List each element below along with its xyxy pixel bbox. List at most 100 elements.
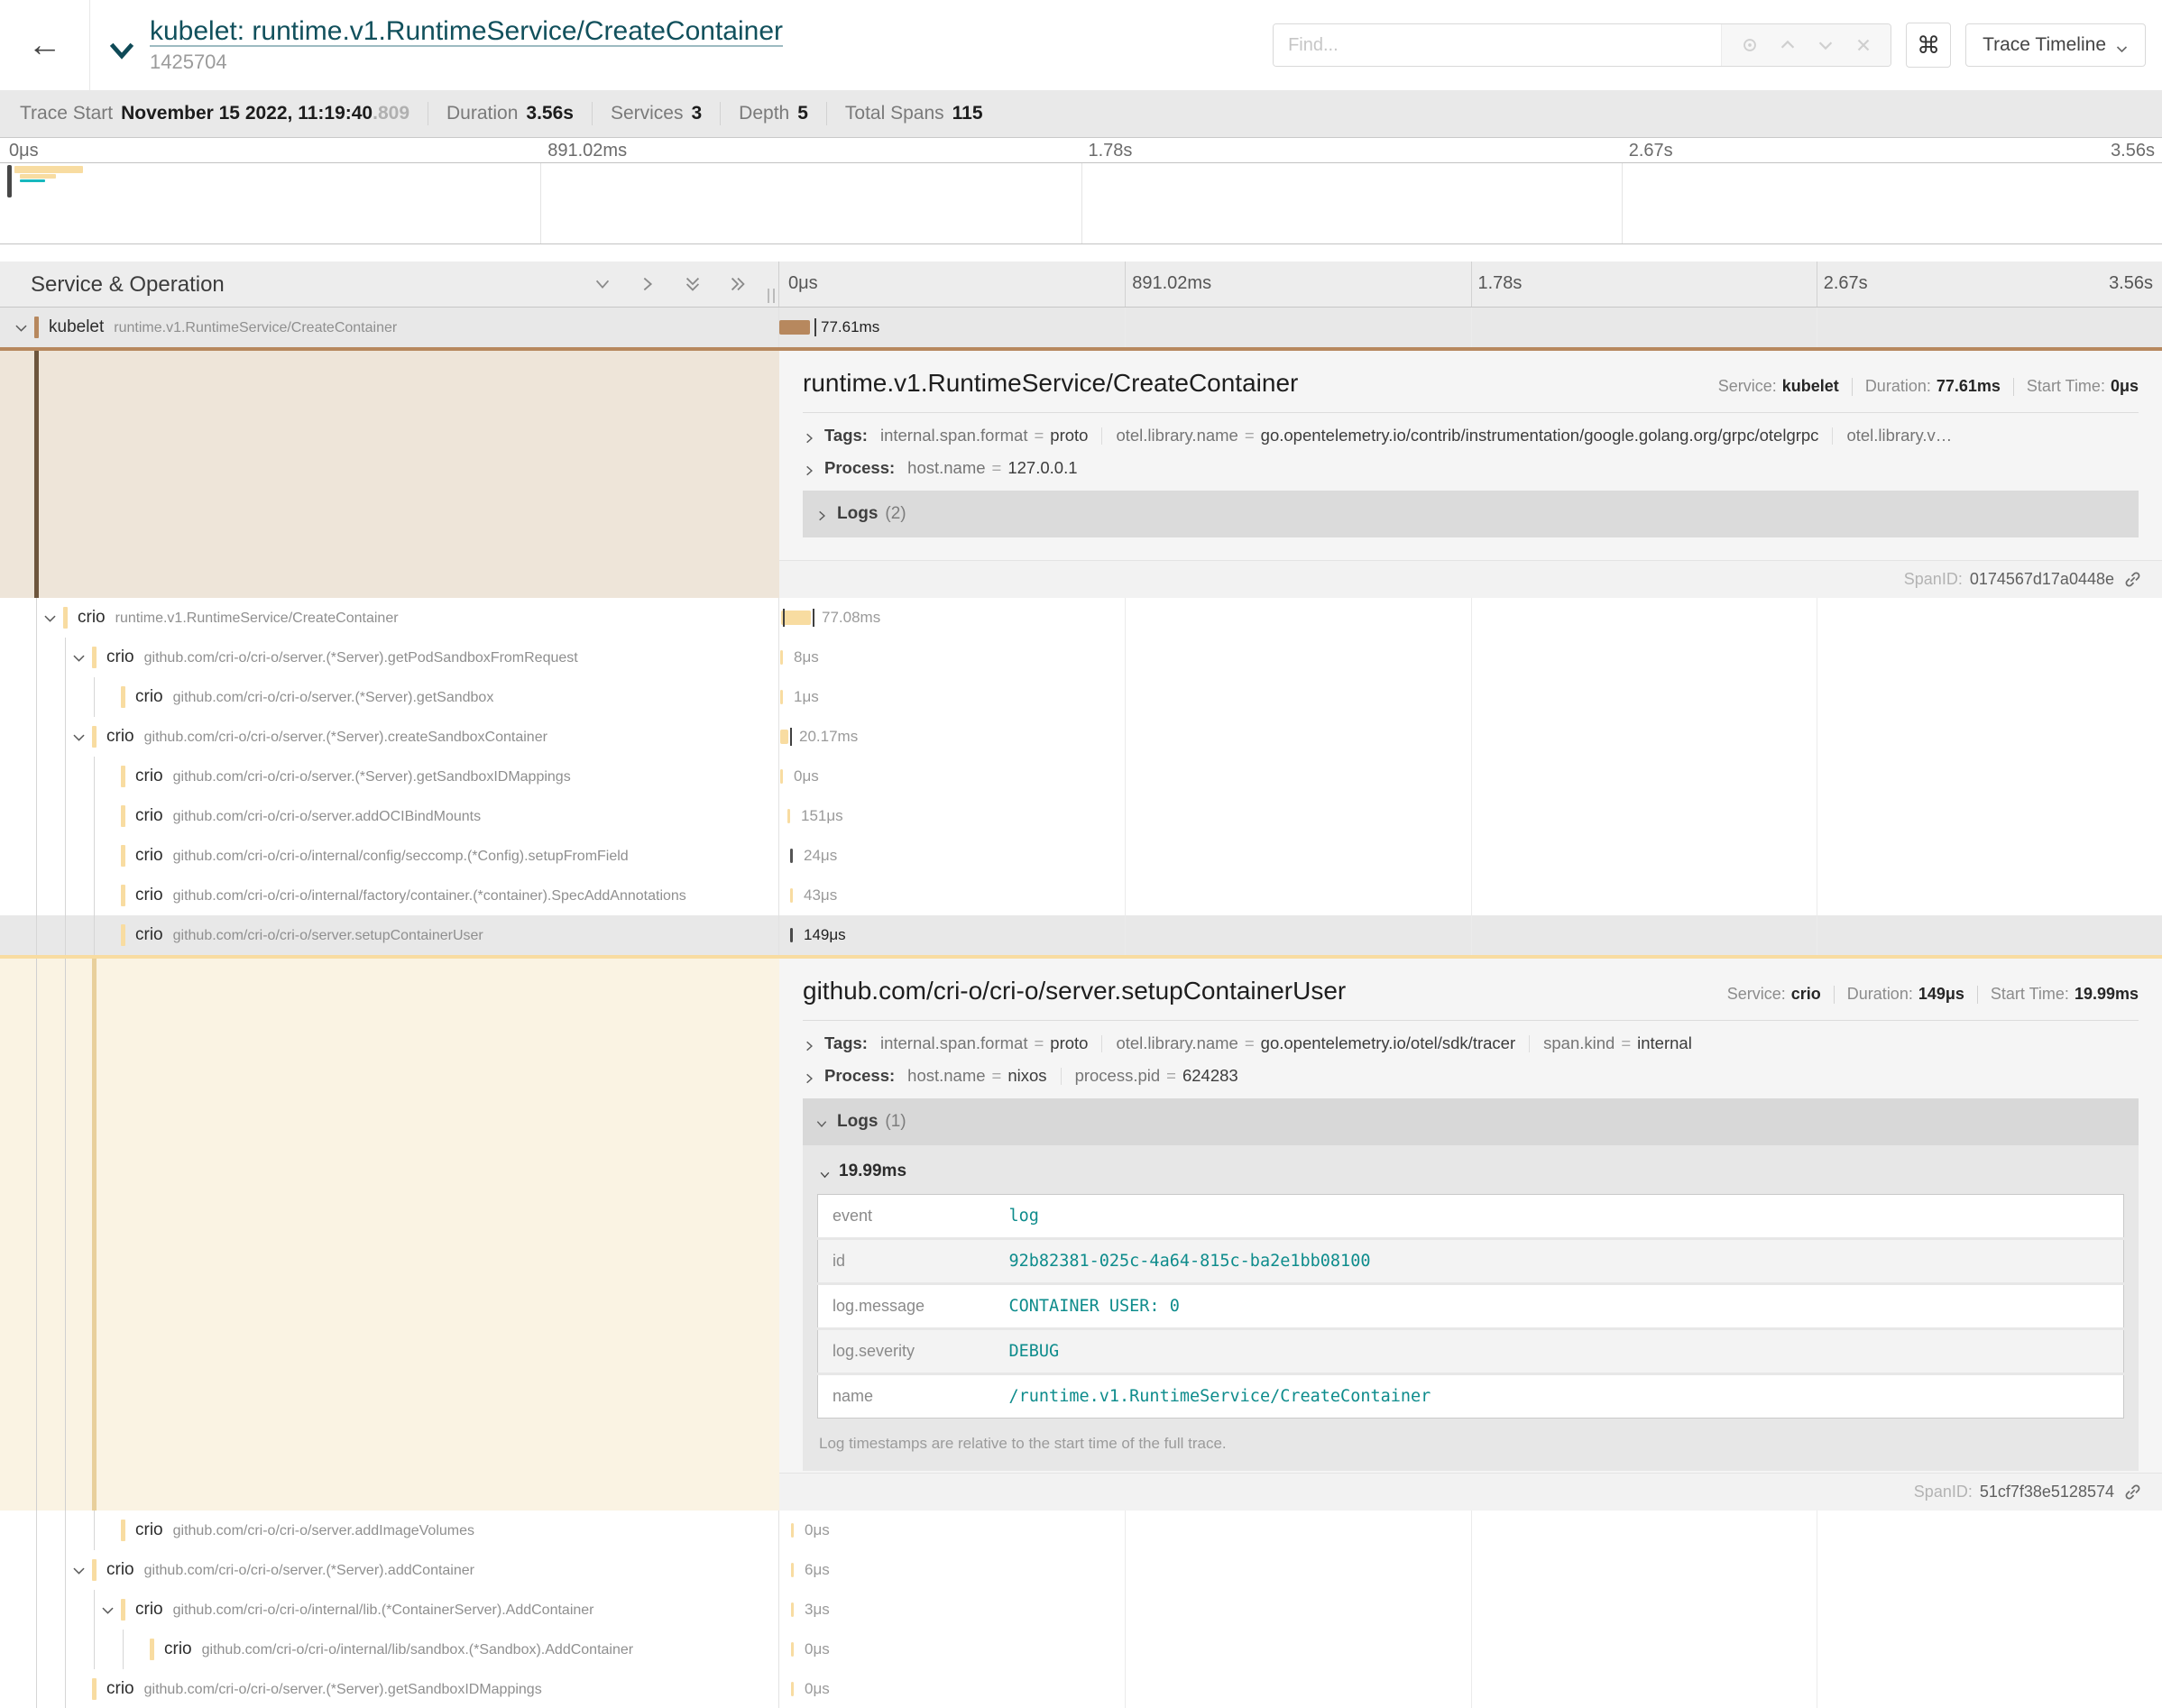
tree-guide <box>36 1511 37 1550</box>
span-row[interactable]: criogithub.com/cri-o/cri-o/server.(*Serv… <box>0 677 2162 717</box>
tags-accordion[interactable]: Tags: internal.span.format=proto otel.li… <box>803 1033 2139 1053</box>
span-bar[interactable] <box>790 928 793 942</box>
span-timeline-cell[interactable]: 0μs <box>779 1669 2162 1708</box>
back-button[interactable]: ← <box>0 0 90 90</box>
span-bar[interactable] <box>780 730 788 744</box>
timeline-gridline <box>1125 598 1126 638</box>
span-name-cell[interactable]: criogithub.com/cri-o/cri-o/server.(*Serv… <box>0 677 779 717</box>
expand-all-icon[interactable] <box>728 274 748 294</box>
span-row[interactable]: criogithub.com/cri-o/cri-o/server.(*Serv… <box>0 1669 2162 1708</box>
span-row[interactable]: criogithub.com/cri-o/cri-o/server.(*Serv… <box>0 717 2162 757</box>
link-icon[interactable] <box>2123 570 2142 589</box>
timeline-gridline <box>1125 1669 1126 1708</box>
span-bar[interactable] <box>791 1642 794 1657</box>
span-timeline-cell[interactable]: 6μs <box>779 1550 2162 1590</box>
span-timeline-cell[interactable]: 151μs <box>779 796 2162 836</box>
span-timeline-cell[interactable]: 3μs <box>779 1590 2162 1630</box>
log-entry-accordion[interactable]: 19.99ms <box>819 1162 2124 1181</box>
expand-chevron-icon[interactable] <box>99 1602 116 1619</box>
span-bar[interactable] <box>791 1563 794 1577</box>
span-name-cell[interactable]: criogithub.com/cri-o/cri-o/internal/fact… <box>0 876 779 915</box>
collapse-one-icon[interactable] <box>593 274 612 294</box>
span-name-cell[interactable]: criogithub.com/cri-o/cri-o/server.addOCI… <box>0 796 779 836</box>
span-timeline-cell[interactable]: 0μs <box>779 757 2162 796</box>
span-name-cell[interactable]: criogithub.com/cri-o/cri-o/server.(*Serv… <box>0 717 779 757</box>
span-timeline-cell[interactable]: 1μs <box>779 677 2162 717</box>
span-bar[interactable] <box>780 769 783 784</box>
expand-chevron-icon[interactable] <box>41 610 59 627</box>
trace-view-selector[interactable]: Trace Timeline <box>1965 23 2146 67</box>
span-timeline-cell[interactable]: 43μs <box>779 876 2162 915</box>
span-bar[interactable] <box>791 1602 794 1617</box>
span-timeline-cell[interactable]: 8μs <box>779 638 2162 677</box>
find-input[interactable] <box>1274 24 1721 66</box>
tree-guide <box>36 1630 37 1669</box>
span-bar[interactable] <box>781 611 811 625</box>
span-bar[interactable] <box>791 1523 794 1538</box>
service-name: crio <box>135 806 163 825</box>
minimap[interactable] <box>0 162 2162 244</box>
span-timeline-cell[interactable]: 0μs <box>779 1630 2162 1669</box>
operation-name: github.com/cri-o/cri-o/internal/config/s… <box>173 849 629 864</box>
expand-chevron-icon[interactable] <box>70 649 87 666</box>
next-match-icon[interactable] <box>1816 35 1835 55</box>
column-resizer[interactable] <box>768 289 775 303</box>
collapse-all-icon[interactable] <box>683 274 703 294</box>
span-row[interactable]: crioruntime.v1.RuntimeService/CreateCont… <box>0 598 2162 638</box>
span-timeline-cell[interactable]: 24μs <box>779 836 2162 876</box>
span-bar[interactable] <box>780 690 783 704</box>
span-row[interactable]: criogithub.com/cri-o/cri-o/server.setupC… <box>0 915 2162 955</box>
span-row[interactable]: criogithub.com/cri-o/cri-o/internal/conf… <box>0 836 2162 876</box>
service-name: crio <box>106 1679 134 1698</box>
span-row[interactable]: criogithub.com/cri-o/cri-o/server.addIma… <box>0 1511 2162 1550</box>
span-row[interactable]: kubeletruntime.v1.RuntimeService/CreateC… <box>0 308 2162 347</box>
collapse-trace-header-chevron-icon[interactable] <box>106 34 137 65</box>
span-name-cell[interactable]: criogithub.com/cri-o/cri-o/internal/lib/… <box>0 1630 779 1669</box>
span-timeline-cell[interactable]: 77.08ms <box>779 598 2162 638</box>
span-row[interactable]: criogithub.com/cri-o/cri-o/internal/lib.… <box>0 1590 2162 1630</box>
chevron-right-icon <box>803 1070 815 1082</box>
clear-find-icon[interactable] <box>1854 35 1873 55</box>
expand-chevron-icon[interactable] <box>70 729 87 746</box>
match-locate-icon[interactable] <box>1740 35 1760 55</box>
span-bar[interactable] <box>790 849 793 863</box>
tags-accordion[interactable]: Tags: internal.span.format=proto otel.li… <box>803 426 2139 445</box>
logs-accordion[interactable]: Logs (2) <box>803 491 2139 537</box>
span-bar[interactable] <box>791 1682 794 1696</box>
span-bar[interactable] <box>779 320 810 335</box>
span-name-cell[interactable]: criogithub.com/cri-o/cri-o/server.(*Serv… <box>0 1550 779 1590</box>
span-name-cell[interactable]: criogithub.com/cri-o/cri-o/server.setupC… <box>0 915 779 955</box>
expand-one-icon[interactable] <box>638 274 658 294</box>
trace-title-link[interactable]: kubelet: runtime.v1.RuntimeService/Creat… <box>150 16 783 47</box>
span-bar[interactable] <box>780 650 783 665</box>
expand-chevron-icon[interactable] <box>13 319 30 336</box>
span-name-cell[interactable]: criogithub.com/cri-o/cri-o/internal/lib.… <box>0 1590 779 1630</box>
span-row[interactable]: criogithub.com/cri-o/cri-o/internal/lib/… <box>0 1630 2162 1669</box>
span-row[interactable]: criogithub.com/cri-o/cri-o/server.(*Serv… <box>0 1550 2162 1590</box>
span-name-cell[interactable]: criogithub.com/cri-o/cri-o/internal/conf… <box>0 836 779 876</box>
span-row[interactable]: criogithub.com/cri-o/cri-o/internal/fact… <box>0 876 2162 915</box>
span-timeline-cell[interactable]: 0μs <box>779 1511 2162 1550</box>
span-row[interactable]: criogithub.com/cri-o/cri-o/server.addOCI… <box>0 796 2162 836</box>
span-timeline-cell[interactable]: 77.61ms <box>779 308 2162 347</box>
span-name-cell[interactable]: criogithub.com/cri-o/cri-o/server.(*Serv… <box>0 638 779 677</box>
keyboard-shortcuts-button[interactable]: ⌘ <box>1906 23 1951 68</box>
link-icon[interactable] <box>2123 1483 2142 1501</box>
process-accordion[interactable]: Process: host.name=nixos process.pid=624… <box>803 1066 2139 1086</box>
span-name-cell[interactable]: kubeletruntime.v1.RuntimeService/CreateC… <box>0 308 779 347</box>
span-name-cell[interactable]: criogithub.com/cri-o/cri-o/server.(*Serv… <box>0 1669 779 1708</box>
span-timeline-cell[interactable]: 149μs <box>779 915 2162 955</box>
span-row[interactable]: criogithub.com/cri-o/cri-o/server.(*Serv… <box>0 638 2162 677</box>
span-name-cell[interactable]: crioruntime.v1.RuntimeService/CreateCont… <box>0 598 779 638</box>
span-name-cell[interactable]: criogithub.com/cri-o/cri-o/server.(*Serv… <box>0 757 779 796</box>
minimap-scrub-handle[interactable] <box>7 165 12 197</box>
process-accordion[interactable]: Process: host.name=127.0.0.1 <box>803 458 2139 478</box>
span-name-cell[interactable]: criogithub.com/cri-o/cri-o/server.addIma… <box>0 1511 779 1550</box>
span-bar[interactable] <box>787 809 790 823</box>
span-row[interactable]: criogithub.com/cri-o/cri-o/server.(*Serv… <box>0 757 2162 796</box>
span-bar[interactable] <box>790 888 793 903</box>
logs-accordion[interactable]: Logs (1) <box>803 1098 2139 1145</box>
span-timeline-cell[interactable]: 20.17ms <box>779 717 2162 757</box>
expand-chevron-icon[interactable] <box>70 1562 87 1579</box>
prev-match-icon[interactable] <box>1778 35 1798 55</box>
